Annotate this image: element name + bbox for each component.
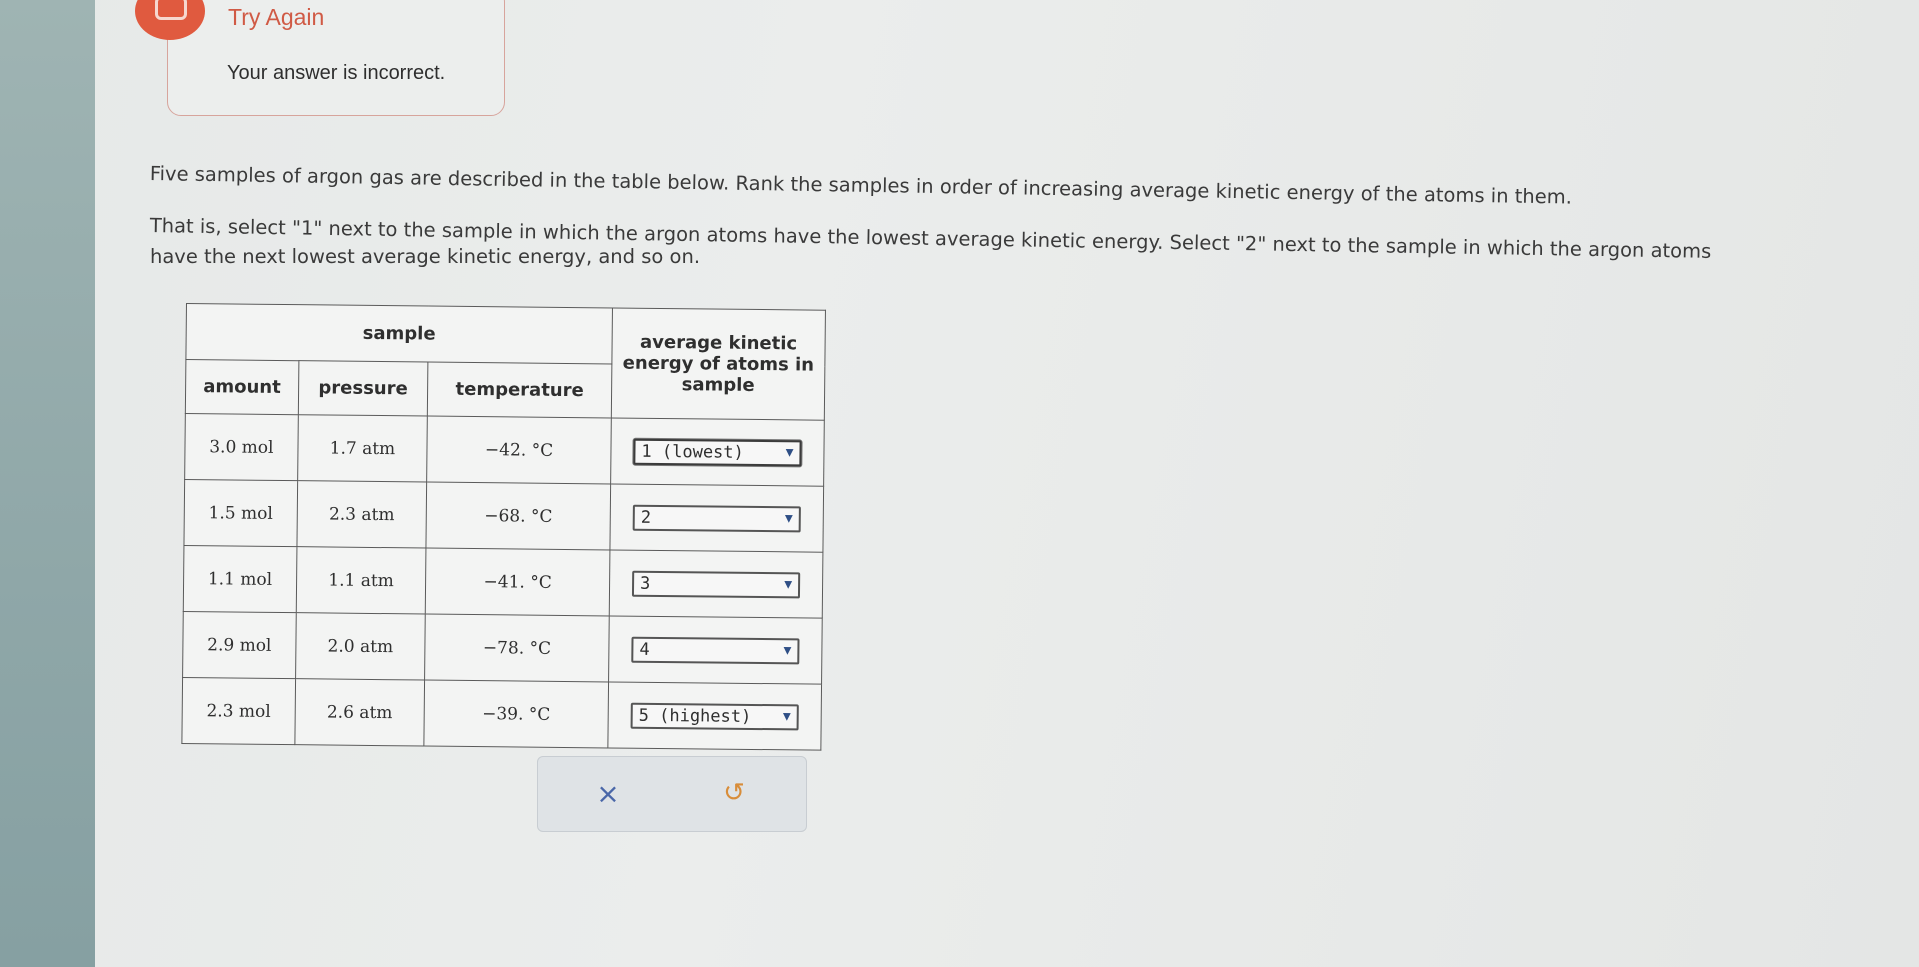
question-line-1: Five samples of argon gas are described …: [149, 162, 1573, 209]
pressure-cell: 1.7 atm: [297, 414, 428, 483]
sample-group-header: sample: [185, 303, 613, 364]
rank-cell: 2 ▼: [609, 483, 824, 553]
table-row: 1.5 mol 2.3 atm −68. °C 2 ▼: [183, 479, 824, 553]
table-row: 3.0 mol 1.7 atm −42. °C 1 (lowest) ▼: [184, 413, 825, 487]
rank-cell: 1 (lowest) ▼: [610, 417, 825, 487]
feedback-message: Your answer is incorrect.: [227, 62, 446, 84]
feedback-title: Try Again: [228, 4, 325, 30]
chevron-down-icon: ▼: [783, 643, 792, 659]
amount-column-header: amount: [185, 359, 299, 415]
pressure-column-header: pressure: [298, 360, 429, 417]
answer-action-bar: × ↺: [537, 756, 807, 832]
feedback-panel: [167, 0, 505, 116]
pressure-cell: 1.1 atm: [296, 546, 427, 615]
question-line-3: have the next lowest average kinetic ene…: [150, 245, 701, 268]
screen-left-edge: [0, 0, 95, 967]
rank-column-header: average kinetic energy of atoms in sampl…: [611, 307, 826, 421]
table-row: 1.1 mol 1.1 atm −41. °C 3 ▼: [183, 545, 823, 619]
amount-cell: 2.3 mol: [181, 677, 296, 745]
rank-cell: 3 ▼: [609, 549, 823, 619]
rank-select-value: 1 (lowest): [641, 441, 744, 463]
temperature-cell: −41. °C: [425, 548, 610, 616]
temperature-cell: −78. °C: [424, 614, 610, 682]
amount-cell: 2.9 mol: [182, 611, 297, 679]
clear-answer-button[interactable]: ×: [578, 771, 638, 815]
rank-cell: 5 (highest) ▼: [607, 681, 822, 751]
temperature-cell: −42. °C: [426, 416, 612, 484]
rank-select[interactable]: 1 (lowest) ▼: [633, 438, 802, 466]
rank-select[interactable]: 4 ▼: [631, 636, 800, 664]
close-icon: ×: [596, 776, 620, 810]
rank-select-value: 2: [640, 507, 652, 528]
amount-cell: 3.0 mol: [184, 413, 299, 481]
rank-select-value: 5 (highest): [638, 705, 752, 727]
undo-button[interactable]: ↺: [704, 771, 764, 815]
temperature-column-header: temperature: [427, 362, 612, 418]
rank-select[interactable]: 5 (highest) ▼: [630, 702, 799, 730]
pressure-cell: 2.6 atm: [294, 678, 425, 747]
chevron-down-icon: ▼: [782, 709, 791, 725]
temperature-cell: −39. °C: [424, 680, 609, 748]
rank-select-value: 3: [639, 573, 651, 594]
samples-table: sample average kinetic energy of atoms i…: [181, 303, 826, 751]
rank-select-value: 4: [639, 639, 650, 660]
amount-cell: 1.5 mol: [183, 479, 298, 547]
chevron-down-icon: ▼: [785, 445, 794, 461]
table-row: 2.3 mol 2.6 atm −39. °C 5 (highest) ▼: [181, 677, 822, 751]
chevron-down-icon: ▼: [784, 577, 793, 593]
pressure-cell: 2.3 atm: [296, 480, 427, 549]
chevron-down-icon: ▼: [784, 511, 793, 527]
samples-table-container: sample average kinetic energy of atoms i…: [181, 303, 826, 765]
rank-cell: 4 ▼: [608, 615, 823, 685]
rank-select[interactable]: 2 ▼: [632, 504, 801, 532]
temperature-cell: −68. °C: [426, 482, 611, 550]
rank-select[interactable]: 3 ▼: [631, 570, 801, 598]
table-row: 2.9 mol 2.0 atm −78. °C 4 ▼: [182, 611, 823, 685]
undo-icon: ↺: [723, 778, 745, 808]
pressure-cell: 2.0 atm: [295, 612, 426, 681]
amount-cell: 1.1 mol: [183, 545, 297, 613]
